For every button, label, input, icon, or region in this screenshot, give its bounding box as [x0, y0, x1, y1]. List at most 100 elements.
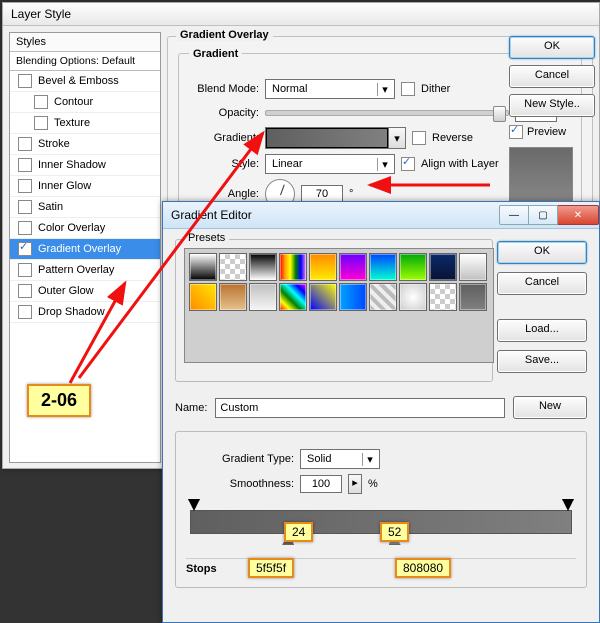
preset-swatch[interactable] [279, 283, 307, 311]
new-gradient-button[interactable]: New [513, 396, 587, 419]
group-legend: Gradient Overlay [176, 29, 273, 41]
preview-checkbox[interactable] [509, 125, 523, 139]
preset-swatch[interactable] [399, 253, 427, 281]
name-label: Name: [175, 402, 207, 414]
preset-swatch[interactable] [459, 283, 487, 311]
chevron-down-icon: ▾ [377, 158, 392, 171]
style-checkbox[interactable] [18, 242, 32, 256]
style-row-outer-glow[interactable]: Outer Glow [10, 281, 160, 302]
gradient-name-input[interactable]: Custom [215, 398, 505, 418]
preset-swatch[interactable] [459, 253, 487, 281]
styles-header[interactable]: Styles [10, 33, 160, 52]
opacity-stop-left[interactable] [188, 499, 200, 511]
preset-swatch[interactable] [369, 283, 397, 311]
preset-swatch[interactable] [279, 253, 307, 281]
style-row-inner-glow[interactable]: Inner Glow [10, 176, 160, 197]
style-row-satin[interactable]: Satin [10, 197, 160, 218]
preset-swatch[interactable] [189, 253, 217, 281]
gradient-editor-window: Gradient Editor — ▢ ✕ Presets OK Cancel … [162, 201, 600, 623]
smoothness-flyout-icon[interactable]: ▸ [348, 474, 362, 494]
style-checkbox[interactable] [18, 137, 32, 151]
preset-swatch[interactable] [429, 253, 457, 281]
opacity-stop-right[interactable] [562, 499, 574, 511]
gradient-picker[interactable]: ▾ [265, 127, 406, 149]
preset-swatch[interactable] [309, 253, 337, 281]
style-row-texture[interactable]: Texture [10, 113, 160, 134]
preset-swatch[interactable] [219, 253, 247, 281]
preset-swatch[interactable] [189, 283, 217, 311]
align-checkbox[interactable] [401, 157, 415, 171]
style-row-bevel-emboss[interactable]: Bevel & Emboss [10, 71, 160, 92]
style-label: Stroke [38, 138, 70, 150]
style-checkbox[interactable] [34, 116, 48, 130]
gradient-type-dropdown[interactable]: Solid▾ [300, 449, 380, 469]
gradient-type-label: Gradient Type: [186, 453, 294, 465]
angle-label: Angle: [187, 188, 259, 200]
preset-swatch[interactable] [339, 253, 367, 281]
presets-legend: Presets [184, 232, 229, 244]
presets-group: Presets [175, 239, 493, 382]
blendmode-label: Blend Mode: [187, 83, 259, 95]
opacity-slider[interactable] [265, 110, 509, 116]
maximize-button[interactable]: ▢ [529, 205, 558, 225]
blending-options-row[interactable]: Blending Options: Default [10, 52, 160, 71]
preset-swatch[interactable] [369, 253, 397, 281]
callout-color1: 5f5f5f [248, 558, 294, 578]
style-checkbox[interactable] [18, 221, 32, 235]
style-row-color-overlay[interactable]: Color Overlay [10, 218, 160, 239]
pct-label: % [368, 478, 378, 490]
style-checkbox[interactable] [18, 305, 32, 319]
preview-label: Preview [527, 126, 566, 138]
style-checkbox[interactable] [18, 200, 32, 214]
reverse-checkbox[interactable] [412, 131, 426, 145]
ok-button[interactable]: OK [509, 36, 595, 59]
smoothness-label: Smoothness: [186, 478, 294, 490]
smoothness-field[interactable]: 100 [300, 475, 342, 493]
opacity-label: Opacity: [187, 107, 259, 119]
style-row-inner-shadow[interactable]: Inner Shadow [10, 155, 160, 176]
preset-grid[interactable] [184, 248, 494, 363]
callout-pos1: 24 [284, 522, 313, 542]
callout-color2: 808080 [395, 558, 451, 578]
style-label: Satin [38, 201, 63, 213]
style-row-contour[interactable]: Contour [10, 92, 160, 113]
preset-swatch[interactable] [249, 253, 277, 281]
style-row-gradient-overlay[interactable]: Gradient Overlay [10, 239, 160, 260]
callout-step: 2-06 [27, 384, 91, 417]
align-label: Align with Layer [421, 158, 499, 170]
style-checkbox[interactable] [18, 179, 32, 193]
style-label: Inner Glow [38, 180, 91, 192]
new-style-button[interactable]: New Style.. [509, 94, 595, 117]
cancel-button[interactable]: Cancel [497, 272, 587, 295]
style-checkbox[interactable] [18, 74, 32, 88]
callout-pos2: 52 [380, 522, 409, 542]
chevron-down-icon: ▾ [377, 83, 392, 96]
minimize-button[interactable]: — [499, 205, 529, 225]
style-checkbox[interactable] [18, 284, 32, 298]
close-button[interactable]: ✕ [558, 205, 599, 225]
preset-swatch[interactable] [399, 283, 427, 311]
style-row-stroke[interactable]: Stroke [10, 134, 160, 155]
save-button[interactable]: Save... [497, 350, 587, 373]
style-checkbox[interactable] [18, 158, 32, 172]
gradient-style-dropdown[interactable]: Linear▾ [265, 154, 395, 174]
ok-button[interactable]: OK [497, 241, 587, 264]
style-label: Bevel & Emboss [38, 75, 119, 87]
preset-swatch[interactable] [309, 283, 337, 311]
style-row-drop-shadow[interactable]: Drop Shadow [10, 302, 160, 323]
style-label: Color Overlay [38, 222, 105, 234]
chevron-down-icon[interactable]: ▾ [388, 128, 405, 148]
gradient-type-group: Gradient Type: Solid▾ Smoothness: 100 ▸ … [175, 431, 587, 588]
load-button[interactable]: Load... [497, 319, 587, 342]
preset-swatch[interactable] [219, 283, 247, 311]
style-row-pattern-overlay[interactable]: Pattern Overlay [10, 260, 160, 281]
preset-swatch[interactable] [249, 283, 277, 311]
blendmode-dropdown[interactable]: Normal▾ [265, 79, 395, 99]
preset-swatch[interactable] [339, 283, 367, 311]
dither-checkbox[interactable] [401, 82, 415, 96]
preset-swatch[interactable] [429, 283, 457, 311]
style-checkbox[interactable] [18, 263, 32, 277]
style-checkbox[interactable] [34, 95, 48, 109]
style-label: Drop Shadow [38, 306, 105, 318]
cancel-button[interactable]: Cancel [509, 65, 595, 88]
